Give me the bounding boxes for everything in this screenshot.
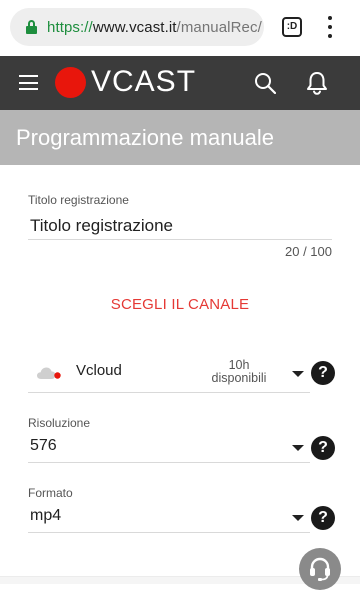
channel-name: Vcloud [76,362,122,379]
character-counter: 20 / 100 [285,244,332,259]
page-header: Programmazione manuale [0,110,360,165]
browser-toolbar: https://www.vcast.it/manualRec/ :D [0,0,360,56]
resolution-value: 576 [30,437,57,454]
url-text[interactable]: https://www.vcast.it/manualRec/ [47,19,262,36]
url-path: /manualRec/ [176,18,262,36]
format-label: Formato [28,486,73,500]
title-field-label: Titolo registrazione [28,193,129,207]
lock-icon [26,20,37,34]
address-bar[interactable]: https://www.vcast.it/manualRec/ [10,8,264,46]
caret-down-icon[interactable] [292,445,304,451]
headset-icon [310,557,330,581]
available-hours: 10h disponibili [202,359,276,385]
resolution-help-icon[interactable]: ? [311,436,335,460]
title-input[interactable] [28,212,332,240]
support-button[interactable] [299,548,341,590]
logo-text[interactable]: VCAST [91,66,196,98]
choose-channel-button[interactable]: SCEGLI IL CANALE [0,296,360,313]
available-hours-label: disponibili [211,371,267,385]
cloud-icon [37,367,61,379]
search-icon[interactable] [254,72,276,94]
resolution-label: Risoluzione [28,416,91,430]
tab-switcher-icon[interactable]: :D [282,17,302,37]
menu-icon[interactable] [19,75,38,90]
format-help-icon[interactable]: ? [311,506,335,530]
caret-down-icon[interactable] [292,515,304,521]
app-header: VCAST [0,56,360,110]
more-options-icon[interactable] [326,16,334,38]
format-value: mp4 [30,507,62,524]
caret-down-icon[interactable] [292,371,304,377]
notifications-icon[interactable] [306,71,328,95]
channel-select[interactable]: Vcloud 10h disponibili [28,356,310,393]
url-scheme: https:// [47,18,93,36]
resolution-select[interactable]: 576 [28,433,310,463]
channel-help-icon[interactable]: ? [311,361,335,385]
page-title: Programmazione manuale [16,125,275,150]
logo-dot[interactable] [55,67,86,98]
url-host: www.vcast.it [92,18,177,36]
format-select[interactable]: mp4 [28,503,310,533]
